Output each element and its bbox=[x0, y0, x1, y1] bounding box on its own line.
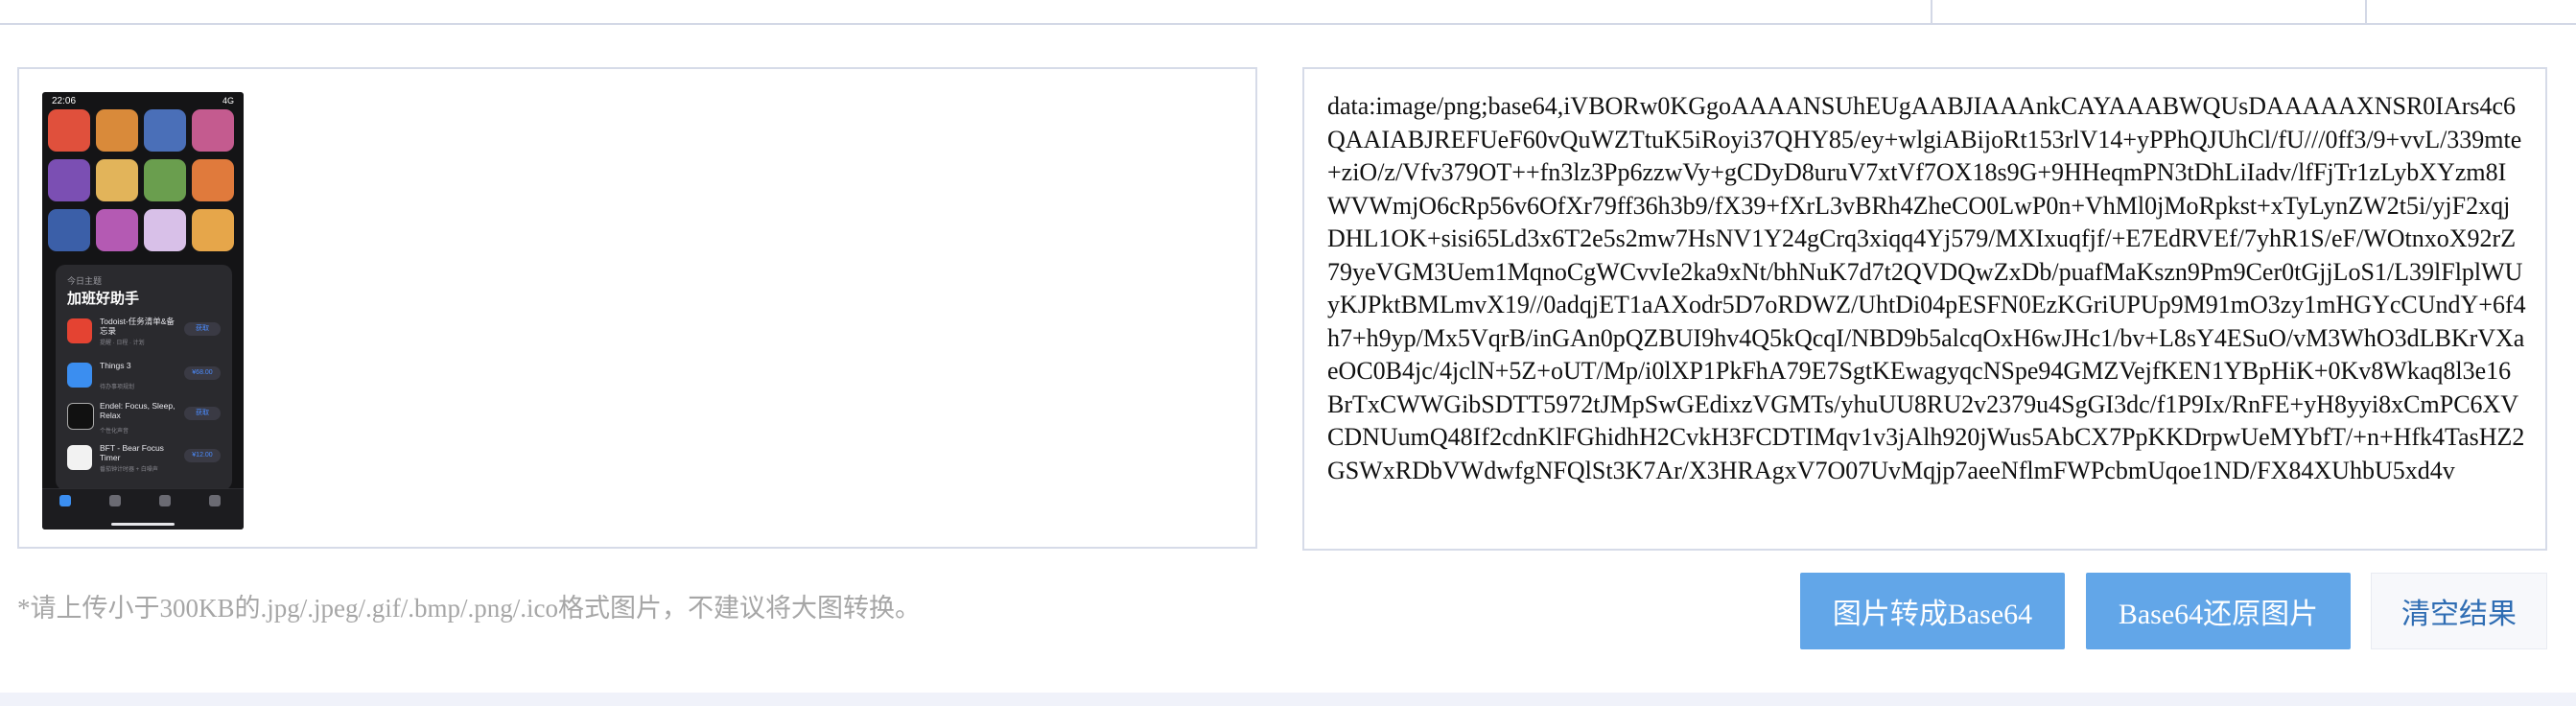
preview-app-name: BFT - Bear Focus Timer bbox=[100, 443, 164, 462]
preview-app-desc: 番茄钟计时器 + 白噪声 bbox=[100, 467, 158, 473]
preview-tile bbox=[96, 159, 138, 201]
preview-tile bbox=[48, 109, 90, 152]
tab-divider bbox=[1931, 0, 1932, 23]
preview-tile bbox=[144, 159, 186, 201]
upload-hint: *请上传小于300KB的.jpg/.jpeg/.gif/.bmp/.png/.i… bbox=[17, 594, 921, 623]
uploaded-image-preview: 22:06 4G 今日主题 加班好助手 Todoist-任务清单&备忘录 提醒 … bbox=[42, 92, 244, 530]
todoist-icon bbox=[67, 318, 92, 343]
top-tab-strip bbox=[0, 0, 2576, 25]
preview-tile bbox=[144, 109, 186, 152]
preview-app-row: Things 3 待办事项规划 ¥68.00 bbox=[67, 359, 221, 397]
preview-status-signal: 4G bbox=[222, 96, 234, 106]
preview-tile bbox=[192, 109, 234, 152]
preview-app-button: ¥12.00 bbox=[184, 449, 221, 462]
preview-tile bbox=[144, 209, 186, 251]
preview-tile bbox=[48, 159, 90, 201]
search-icon bbox=[209, 495, 221, 506]
preview-app-desc: 个性化声音 bbox=[100, 429, 129, 435]
clear-result-button[interactable]: 清空结果 bbox=[2371, 573, 2547, 649]
preview-status-time: 22:06 bbox=[52, 96, 77, 106]
bear-focus-icon bbox=[67, 445, 92, 470]
preview-tile bbox=[96, 209, 138, 251]
base64-result-text[interactable]: data:image/png;base64,iVBORw0KGgoAAAANSU… bbox=[1327, 90, 2526, 487]
preview-app-row: Endel: Focus, Sleep, Relax 个性化声音 获取 bbox=[67, 399, 221, 437]
image-upload-area[interactable]: 22:06 4G 今日主题 加班好助手 Todoist-任务清单&备忘录 提醒 … bbox=[17, 67, 1257, 549]
preview-tab-bar bbox=[42, 488, 244, 530]
preview-tile bbox=[192, 159, 234, 201]
apps-icon bbox=[159, 495, 171, 506]
games-icon bbox=[109, 495, 121, 506]
base64-to-image-button[interactable]: Base64还原图片 bbox=[2086, 573, 2351, 649]
preview-card-title: 加班好助手 bbox=[67, 291, 140, 307]
today-icon bbox=[59, 495, 71, 506]
preview-app-row: Todoist-任务清单&备忘录 提醒 · 日程 · 计划 获取 bbox=[67, 315, 221, 353]
preview-app-desc: 提醒 · 日程 · 计划 bbox=[100, 341, 145, 346]
tab-divider bbox=[2365, 0, 2367, 23]
preview-app-name: Todoist-任务清单&备忘录 bbox=[100, 317, 175, 336]
preview-app-desc: 待办事项规划 bbox=[100, 385, 135, 390]
preview-app-name: Things 3 bbox=[100, 361, 131, 370]
preview-feature-card: 今日主题 加班好助手 Todoist-任务清单&备忘录 提醒 · 日程 · 计划… bbox=[56, 265, 232, 490]
preview-app-name: Endel: Focus, Sleep, Relax bbox=[100, 401, 176, 420]
home-indicator bbox=[111, 523, 175, 526]
preview-app-button: 获取 bbox=[184, 407, 221, 420]
base64-result-textarea[interactable]: data:image/png;base64,iVBORw0KGgoAAAANSU… bbox=[1302, 67, 2547, 551]
page-footer-strip bbox=[0, 693, 2576, 706]
preview-app-button: ¥68.00 bbox=[184, 366, 221, 380]
preview-tile bbox=[48, 209, 90, 251]
preview-card-subtitle: 今日主题 bbox=[67, 276, 103, 286]
preview-app-button: 获取 bbox=[184, 322, 221, 336]
endel-icon bbox=[67, 403, 94, 430]
preview-app-grid bbox=[48, 109, 238, 259]
preview-app-row: BFT - Bear Focus Timer 番茄钟计时器 + 白噪声 ¥12.… bbox=[67, 441, 221, 480]
preview-tile bbox=[96, 109, 138, 152]
image-to-base64-button[interactable]: 图片转成Base64 bbox=[1800, 573, 2065, 649]
preview-tile bbox=[192, 209, 234, 251]
things-icon bbox=[67, 363, 92, 388]
